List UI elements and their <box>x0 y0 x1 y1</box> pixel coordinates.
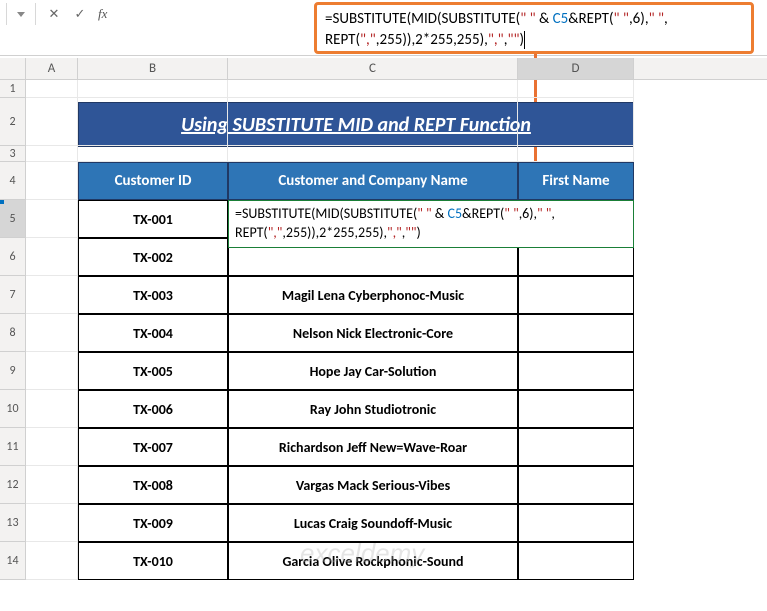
row-header[interactable]: 4 <box>0 162 26 200</box>
row-4: 4 Customer IDCustomer and Company NameFir… <box>0 162 767 200</box>
cell-A14[interactable] <box>26 542 78 580</box>
col-header-c[interactable]: C <box>228 58 518 79</box>
cell-D11[interactable] <box>518 428 634 466</box>
cell-D3[interactable] <box>518 146 634 162</box>
row-header[interactable]: 9 <box>0 352 26 390</box>
row-2: 2 <box>0 98 767 146</box>
cell-B1[interactable] <box>78 80 228 98</box>
cell-A4[interactable] <box>26 162 78 200</box>
row-header[interactable]: 12 <box>0 466 26 504</box>
cell-C3[interactable] <box>228 146 518 162</box>
column-headers: A B C D <box>0 58 767 80</box>
row-3: 3 <box>0 146 767 162</box>
col-header-d[interactable]: D <box>518 58 634 79</box>
cell-B14[interactable]: TX-010 <box>78 542 228 580</box>
cell-B11[interactable]: TX-007 <box>78 428 228 466</box>
row-9: 9 TX-005Hope Jay Car-Solution <box>0 352 767 390</box>
fx-icon[interactable]: fx <box>98 6 107 22</box>
row-header[interactable]: 5 <box>0 200 26 238</box>
cell-editor[interactable]: =SUBSTITUTE(MID(SUBSTITUTE(" " & C5&REPT… <box>228 200 634 248</box>
cell-B4[interactable]: Customer ID <box>78 162 228 200</box>
cell-A1[interactable] <box>26 80 78 98</box>
spreadsheet-grid: A B C D Using SUBSTITUTE MID and REPT Fu… <box>0 58 767 611</box>
row-header[interactable]: 7 <box>0 276 26 314</box>
cell-C14[interactable]: Garcia Olive Rockphonic-Sound <box>228 542 518 580</box>
cell-B10[interactable]: TX-006 <box>78 390 228 428</box>
cell-B9[interactable]: TX-005 <box>78 352 228 390</box>
cell-C13[interactable]: Lucas Craig Soundoff-Music <box>228 504 518 542</box>
cell-A5[interactable] <box>26 200 78 238</box>
row-header[interactable]: 14 <box>0 542 26 580</box>
cell-A9[interactable] <box>26 352 78 390</box>
cell-D10[interactable] <box>518 390 634 428</box>
row-10: 10 TX-006Ray John Studiotronic <box>0 390 767 428</box>
cell-D13[interactable] <box>518 504 634 542</box>
cell-B12[interactable]: TX-008 <box>78 466 228 504</box>
row-1: 1 <box>0 80 767 98</box>
cell-C2[interactable] <box>228 98 518 146</box>
row-header[interactable]: 8 <box>0 314 26 352</box>
cell-D4[interactable]: First Name <box>518 162 634 200</box>
col-header-b[interactable]: B <box>78 58 228 79</box>
cell-D7[interactable] <box>518 276 634 314</box>
row-13: 13 TX-009Lucas Craig Soundoff-Music <box>0 504 767 542</box>
row-header[interactable]: 1 <box>0 80 26 98</box>
enter-icon[interactable]: ✓ <box>72 6 88 22</box>
cell-A12[interactable] <box>26 466 78 504</box>
cell-B8[interactable]: TX-004 <box>78 314 228 352</box>
cell-D9[interactable] <box>518 352 634 390</box>
cell-D8[interactable] <box>518 314 634 352</box>
cell-B2[interactable] <box>78 98 228 146</box>
cell-A8[interactable] <box>26 314 78 352</box>
cell-B5[interactable]: TX-001 <box>78 200 228 238</box>
cell-B6[interactable]: TX-002 <box>78 238 228 276</box>
cell-C10[interactable]: Ray John Studiotronic <box>228 390 518 428</box>
row-5: 5TX-001=SUBSTITUTE(MID(SUBSTITUTE(" " & … <box>0 200 767 238</box>
cell-D2[interactable] <box>518 98 634 146</box>
row-header[interactable]: 10 <box>0 390 26 428</box>
cell-B13[interactable]: TX-009 <box>78 504 228 542</box>
formula-bar: ✕ ✓ fx =SUBSTITUTE(MID(SUBSTITUTE(" " & … <box>0 0 767 56</box>
cell-A11[interactable] <box>26 428 78 466</box>
row-header[interactable]: 3 <box>0 146 26 162</box>
cell-C1[interactable] <box>228 80 518 98</box>
cell-D14[interactable] <box>518 542 634 580</box>
row-8: 8 TX-004Nelson Nick Electronic-Core <box>0 314 767 352</box>
row-12: 12 TX-008Vargas Mack Serious-Vibes <box>0 466 767 504</box>
cell-A3[interactable] <box>26 146 78 162</box>
col-header-a[interactable]: A <box>26 58 78 79</box>
row-header[interactable]: 11 <box>0 428 26 466</box>
row-11: 11 TX-007Richardson Jeff New=Wave-Roar <box>0 428 767 466</box>
row-14: 14 TX-010Garcia Olive Rockphonic-Sound <box>0 542 767 580</box>
cell-A13[interactable] <box>26 504 78 542</box>
row-header[interactable]: 6 <box>0 238 26 276</box>
cell-C7[interactable]: Magil Lena Cyberphonoc-Music <box>228 276 518 314</box>
cell-C11[interactable]: Richardson Jeff New=Wave-Roar <box>228 428 518 466</box>
cell-A10[interactable] <box>26 390 78 428</box>
cell-D1[interactable] <box>518 80 634 98</box>
row-header[interactable]: 2 <box>0 98 26 146</box>
cell-C4[interactable]: Customer and Company Name <box>228 162 518 200</box>
cell-D12[interactable] <box>518 466 634 504</box>
cell-C8[interactable]: Nelson Nick Electronic-Core <box>228 314 518 352</box>
formula-input[interactable]: =SUBSTITUTE(MID(SUBSTITUTE(" " & C5&REPT… <box>314 2 754 54</box>
cell-B3[interactable] <box>78 146 228 162</box>
cell-A7[interactable] <box>26 276 78 314</box>
row-header[interactable]: 13 <box>0 504 26 542</box>
cell-C12[interactable]: Vargas Mack Serious-Vibes <box>228 466 518 504</box>
cell-B7[interactable]: TX-003 <box>78 276 228 314</box>
row-7: 7 TX-003Magil Lena Cyberphonoc-Music <box>0 276 767 314</box>
cancel-icon[interactable]: ✕ <box>46 6 62 22</box>
cell-A2[interactable] <box>26 98 78 146</box>
cell-C9[interactable]: Hope Jay Car-Solution <box>228 352 518 390</box>
cell-A6[interactable] <box>26 238 78 276</box>
